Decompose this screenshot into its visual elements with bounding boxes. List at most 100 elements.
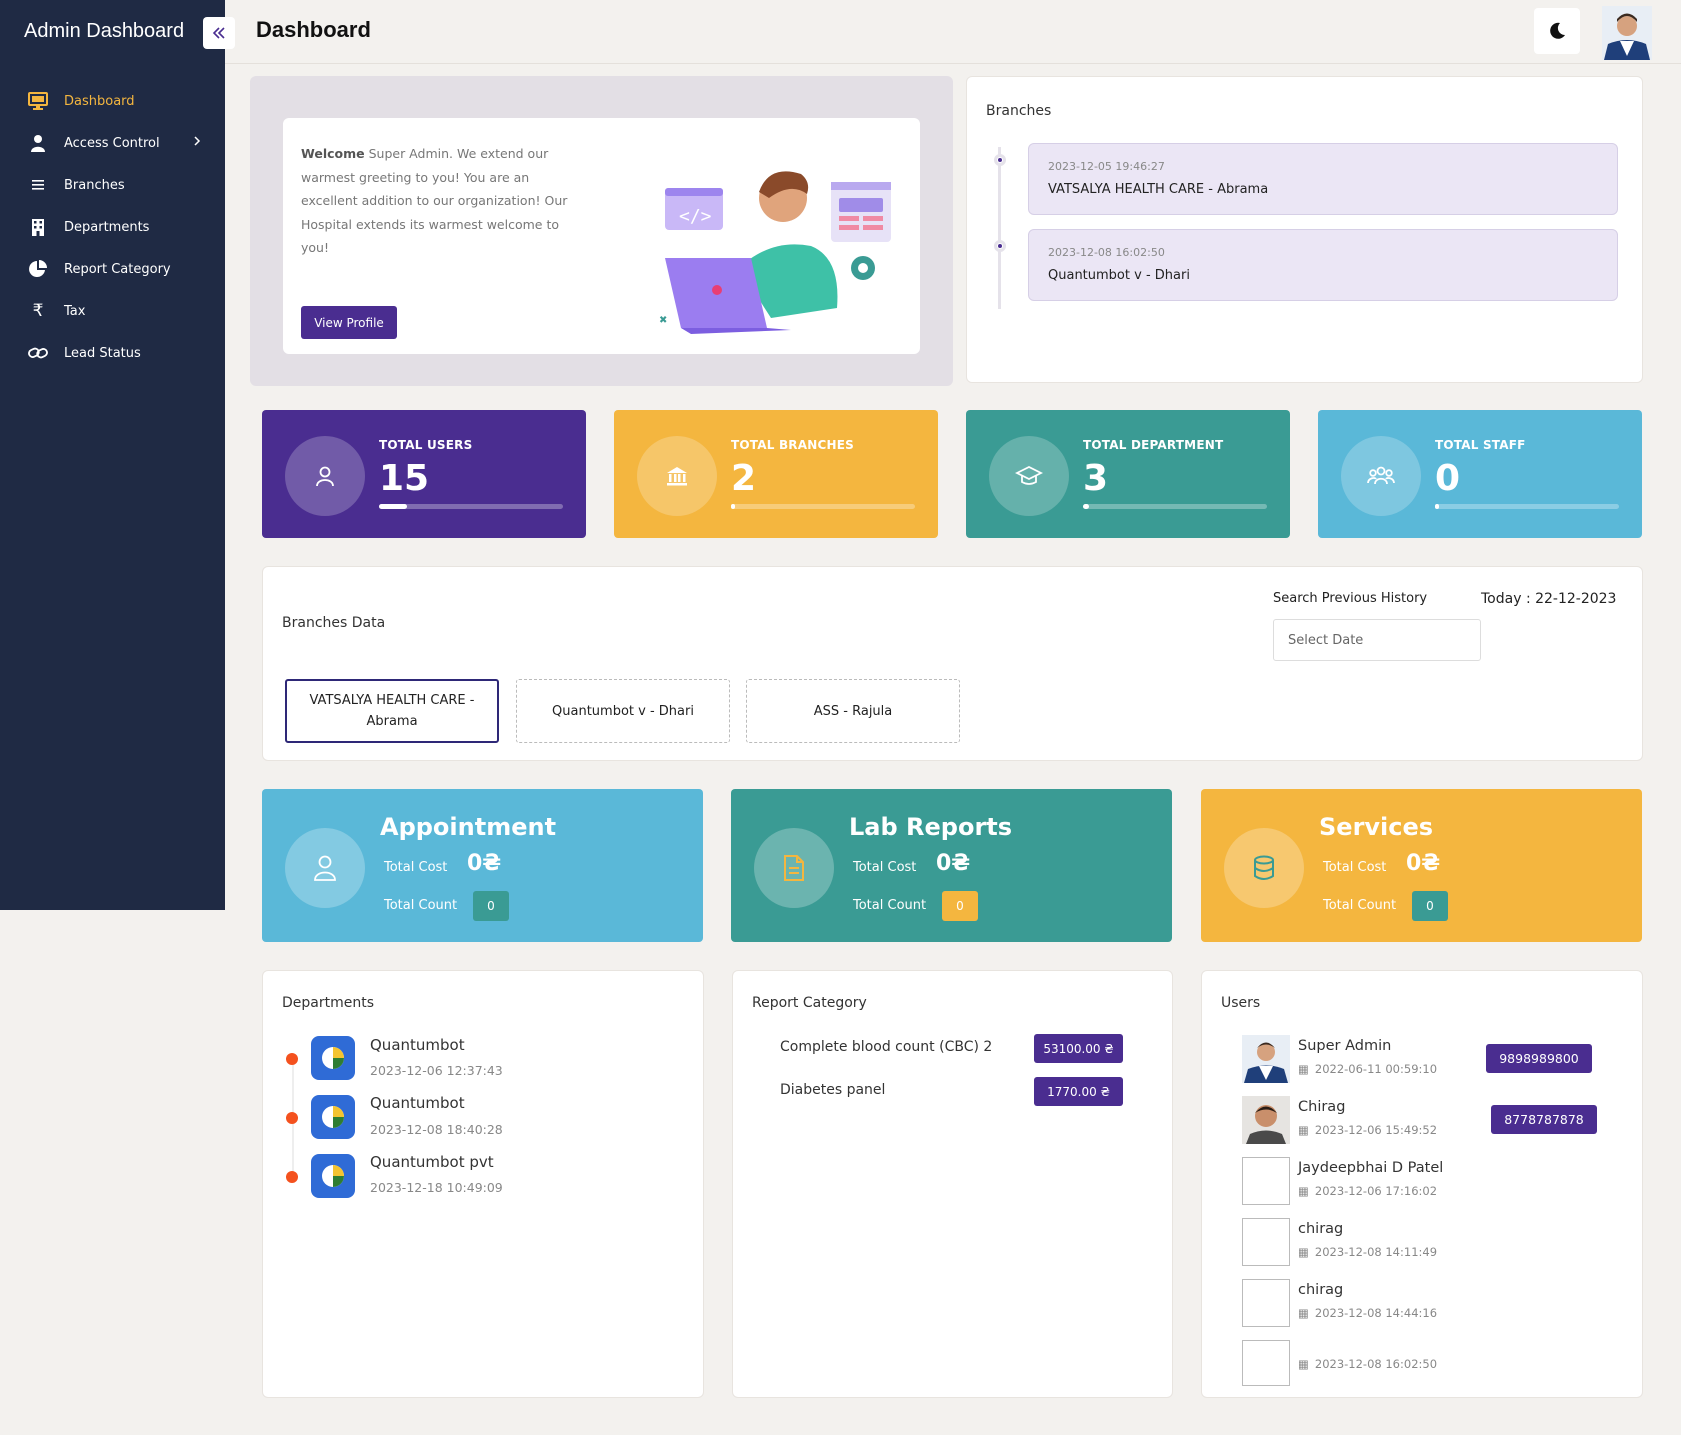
departments-title: Departments xyxy=(282,995,375,1011)
stat-card-total-branches: TOTAL BRANCHES 2 xyxy=(614,410,938,538)
svc-icon-wrap xyxy=(1224,828,1304,908)
branch-tab[interactable]: VATSALYA HEALTH CARE - Abrama xyxy=(285,679,499,743)
svg-text:</>: </> xyxy=(679,206,712,227)
calendar-icon: ▦ xyxy=(1298,1306,1309,1320)
departments-panel: Departments Quantumbot 2023-12-06 12:37:… xyxy=(262,970,704,1398)
user-name: Super Admin xyxy=(1298,1038,1392,1054)
timeline-date: 2023-12-08 16:02:50 xyxy=(1048,246,1165,259)
stat-value: 3 xyxy=(1083,458,1109,499)
svc-cost-label: Total Cost xyxy=(1323,860,1387,875)
rupee-icon: ₹ xyxy=(32,301,44,321)
branches-data-title: Branches Data xyxy=(282,615,386,631)
avatar[interactable] xyxy=(1602,6,1652,60)
stat-label: TOTAL USERS xyxy=(379,438,473,452)
user-date: ▦ 2022-06-11 00:59:10 xyxy=(1298,1062,1437,1076)
stat-value: 15 xyxy=(379,458,430,499)
stat-card-total-users: TOTAL USERS 15 xyxy=(262,410,586,538)
developer-illustration: </> ✖ xyxy=(651,158,901,348)
department-date: 2023-12-06 12:37:43 xyxy=(370,1063,503,1078)
welcome-section: Welcome Super Admin. We extend our warme… xyxy=(250,76,953,386)
theme-toggle-button[interactable] xyxy=(1534,8,1580,54)
user-date-text: 2023-12-08 14:44:16 xyxy=(1314,1306,1438,1320)
sidebar-item-report-category[interactable]: Report Category xyxy=(0,248,225,290)
sidebar-item-label: Access Control xyxy=(64,135,160,151)
calendar-icon: ▦ xyxy=(1298,1123,1309,1137)
sidebar-item-dashboard[interactable]: Dashboard xyxy=(0,80,225,122)
branch-tab[interactable]: ASS - Rajula xyxy=(746,679,960,743)
report-category-name: Diabetes panel xyxy=(780,1082,886,1098)
sidebar-item-branches[interactable]: Branches xyxy=(0,164,225,206)
user-phone-badge: 8778787878 xyxy=(1491,1105,1597,1134)
avatar-broken-image xyxy=(1242,1157,1290,1205)
stat-progress-fill xyxy=(1083,504,1089,509)
user-date-text: 2023-12-08 14:11:49 xyxy=(1314,1245,1438,1259)
services-card: Services Total Cost 0₴ Total Count 0 xyxy=(1201,789,1642,942)
lab-reports-card: Lab Reports Total Cost 0₴ Total Count 0 xyxy=(731,789,1172,942)
date-picker-input[interactable]: Select Date xyxy=(1273,619,1481,661)
stat-icon-wrap xyxy=(285,436,365,516)
database-icon xyxy=(1254,855,1274,880)
double-chevron-left-icon xyxy=(212,27,225,39)
timeline-item[interactable]: 2023-12-05 19:46:27 VATSALYA HEALTH CARE… xyxy=(1028,143,1618,215)
timeline-item[interactable]: 2023-12-08 16:02:50 Quantumbot v - Dhari xyxy=(1028,229,1618,301)
department-date: 2023-12-08 18:40:28 xyxy=(370,1122,503,1137)
building-icon xyxy=(28,217,48,237)
svc-icon-wrap xyxy=(285,828,365,908)
avatar xyxy=(1242,1035,1290,1083)
svc-count-badge: 0 xyxy=(942,891,978,921)
topbar: Dashboard xyxy=(225,0,1681,64)
sidebar-item-label: Tax xyxy=(64,303,86,319)
user-phone-badge: 9898989800 xyxy=(1486,1044,1592,1073)
stat-value: 2 xyxy=(731,458,757,499)
page-title: Dashboard xyxy=(256,17,371,42)
user-name: chirag xyxy=(1298,1282,1344,1298)
user-date-text: 2023-12-06 17:16:02 xyxy=(1314,1184,1438,1198)
svc-count-badge: 0 xyxy=(473,891,509,921)
timeline-dot xyxy=(994,154,1006,166)
avatar-broken-image xyxy=(1242,1279,1290,1327)
user-date: ▦ 2023-12-08 16:02:50 xyxy=(1298,1357,1437,1371)
svc-cost-value: 0₴ xyxy=(467,851,502,876)
user-date-text: 2023-12-08 16:02:50 xyxy=(1314,1357,1438,1371)
branches-panel-title: Branches xyxy=(986,103,1052,119)
sidebar-item-label: Departments xyxy=(64,219,150,235)
calendar-icon: ▦ xyxy=(1298,1184,1309,1198)
user-date: ▦ 2023-12-08 14:44:16 xyxy=(1298,1306,1437,1320)
department-dot xyxy=(286,1053,298,1065)
welcome-body: Super Admin. We extend our warmest greet… xyxy=(301,146,568,255)
department-logo-icon xyxy=(311,1095,355,1139)
report-category-price: 1770.00 ₴ xyxy=(1034,1077,1123,1106)
view-profile-button[interactable]: View Profile xyxy=(301,306,397,339)
sidebar-item-label: Report Category xyxy=(64,261,171,277)
timeline-dot xyxy=(994,240,1006,252)
timeline-date: 2023-12-05 19:46:27 xyxy=(1048,160,1165,173)
stat-label: TOTAL STAFF xyxy=(1435,438,1526,452)
sidebar-item-tax[interactable]: ₹ Tax xyxy=(0,290,225,332)
svc-icon-wrap xyxy=(754,828,834,908)
welcome-strong: Welcome xyxy=(301,146,365,161)
svc-cost-value: 0₴ xyxy=(1406,851,1441,876)
chevron-right-icon xyxy=(193,135,201,151)
avatar-broken-image xyxy=(1242,1218,1290,1266)
stat-icon-wrap xyxy=(1341,436,1421,516)
stat-icon-wrap xyxy=(989,436,1069,516)
avatar-broken-image xyxy=(1242,1340,1290,1386)
user-name: chirag xyxy=(1298,1221,1344,1237)
timeline-line xyxy=(998,147,1001,309)
stat-progress xyxy=(1083,504,1267,509)
sidebar-item-lead-status[interactable]: Lead Status xyxy=(0,332,225,374)
user-name: Chirag xyxy=(1298,1099,1346,1115)
sidebar-item-departments[interactable]: Departments xyxy=(0,206,225,248)
user-name: Jaydeepbhai D Patel xyxy=(1298,1160,1444,1176)
svc-count-label: Total Count xyxy=(1323,898,1397,913)
branch-tab[interactable]: Quantumbot v - Dhari xyxy=(516,679,730,743)
sidebar: Admin Dashboard Dashboard Access Control… xyxy=(0,0,235,910)
svc-title: Appointment xyxy=(380,813,557,841)
svc-count-label: Total Count xyxy=(384,898,458,913)
report-category-name: Complete blood count (CBC) 2 xyxy=(780,1039,993,1055)
svc-count-badge: 0 xyxy=(1412,891,1448,921)
stat-progress xyxy=(1435,504,1619,509)
branches-timeline[interactable]: 2023-12-05 19:46:27 VATSALYA HEALTH CARE… xyxy=(967,137,1644,309)
list-icon xyxy=(28,175,48,195)
sidebar-item-access-control[interactable]: Access Control xyxy=(0,122,225,164)
